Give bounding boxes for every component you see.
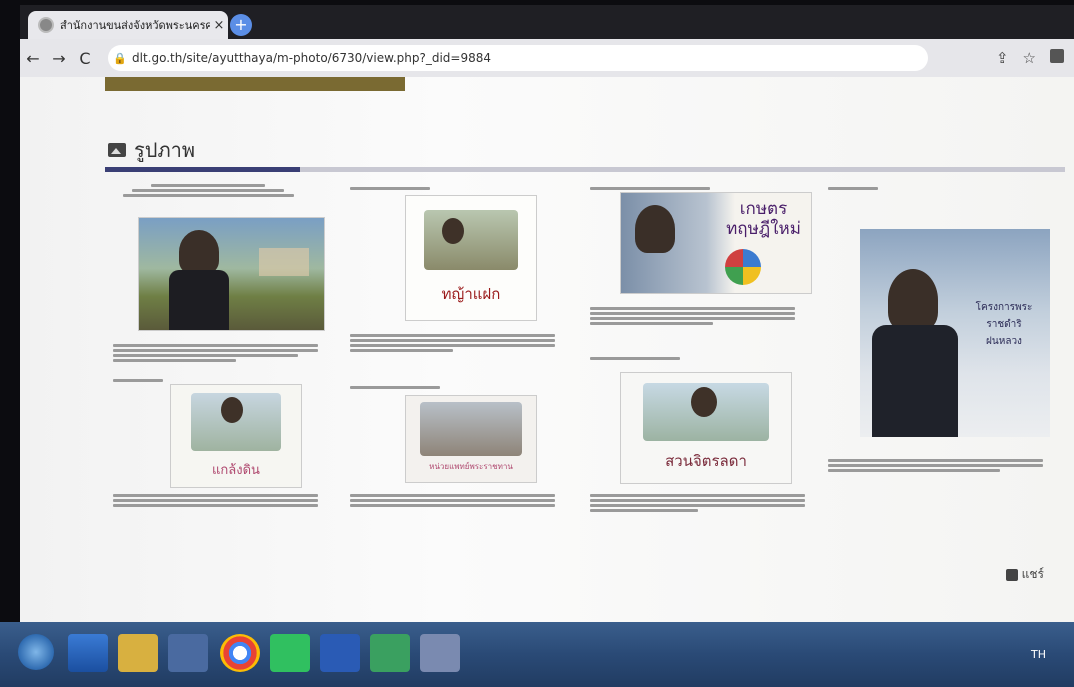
photo-card[interactable] [113, 182, 303, 199]
address-url: dlt.go.th/site/ayutthaya/m-photo/6730/vi… [132, 51, 492, 65]
poster-title: ทญ้าแฝก [441, 285, 501, 303]
browser-tab[interactable]: สำนักงานขนส่งจังหวัดพระนครศรีอยุ × [28, 11, 228, 39]
chrome-icon[interactable] [220, 634, 260, 672]
poster-chitralada[interactable]: สวนจิตรลดา [620, 372, 792, 484]
address-bar[interactable]: 🔒 dlt.go.th/site/ayutthaya/m-photo/6730/… [108, 45, 928, 71]
forward-button[interactable]: → [46, 49, 72, 68]
photo-card-text [590, 305, 795, 327]
photo-card-heading [113, 377, 163, 384]
reload-button[interactable]: C [72, 49, 98, 68]
back-button[interactable]: ← [20, 49, 46, 68]
poster-rainmaking[interactable]: โครงการพระราชดำริ ฝนหลวง [860, 229, 1050, 437]
section-header: รูปภาพ [108, 134, 195, 166]
tool-icon[interactable] [420, 634, 460, 672]
ie-icon[interactable] [68, 634, 108, 672]
photo-card-heading [350, 384, 440, 391]
poster-title: แกล้งดิน [212, 463, 260, 478]
tab-close-button[interactable]: × [210, 18, 228, 33]
page-content: รูปภาพ ทญ้าแฝก เกษตร ทฤษฎีใหม่ โครงการพร… [20, 77, 1074, 622]
photo-card-text [828, 457, 1043, 474]
photo-card-text [113, 492, 318, 509]
picture-icon [108, 143, 126, 157]
photo-card-heading [590, 355, 680, 362]
poster-title: เกษตร ทฤษฎีใหม่ [726, 199, 801, 239]
tab-title: สำนักงานขนส่งจังหวัดพระนครศรีอยุ [60, 19, 210, 32]
share-button[interactable]: แชร์ [1005, 565, 1044, 584]
photo-card-text [590, 492, 805, 514]
new-tab-button[interactable]: + [230, 14, 252, 36]
share-label: แชร์ [1021, 567, 1044, 581]
start-button[interactable] [18, 634, 54, 670]
share-page-icon[interactable]: ⇪ [996, 49, 1009, 67]
photo-card-heading [828, 185, 878, 192]
folder-icon[interactable] [118, 634, 158, 672]
media-player-icon[interactable] [168, 634, 208, 672]
toolbar-actions: ⇪ ☆ [996, 49, 1074, 67]
browser-toolbar: ← → C 🔒 dlt.go.th/site/ayutthaya/m-photo… [20, 39, 1074, 77]
screen: สำนักงานขนส่งจังหวัดพระนครศรีอยุ × + ← →… [0, 0, 1074, 687]
poster-medical-unit[interactable]: หน่วยแพทย์พระราชทาน [405, 395, 537, 483]
app-icon[interactable] [370, 634, 410, 672]
lock-icon: 🔒 [113, 51, 127, 65]
poster-title: หน่วยแพทย์พระราชทาน [429, 462, 513, 471]
site-favicon-icon [38, 17, 54, 33]
photo-card-heading [590, 185, 710, 192]
poster-montage[interactable] [138, 217, 325, 331]
poster-new-theory[interactable]: เกษตร ทฤษฎีใหม่ [620, 192, 812, 294]
photo-card-text [113, 342, 318, 364]
poster-title: โครงการพระราชดำริ ฝนหลวง [975, 302, 1033, 347]
section-title: รูปภาพ [134, 138, 196, 162]
poster-vetiver[interactable]: ทญ้าแฝก [405, 195, 537, 321]
bookmark-star-icon[interactable]: ☆ [1023, 49, 1036, 67]
photo-card-heading [350, 185, 430, 192]
poster-title: สวนจิตรลดา [665, 452, 747, 470]
share-icon [1005, 568, 1018, 581]
language-indicator[interactable]: TH [1031, 648, 1046, 661]
poster-soil[interactable]: แกล้งดิน [170, 384, 302, 488]
line-app-icon[interactable] [270, 634, 310, 672]
tab-bar: สำนักงานขนส่งจังหวัดพระนครศรีอยุ × + [20, 5, 1074, 39]
taskbar: TH [0, 622, 1074, 687]
word-icon[interactable] [320, 634, 360, 672]
extension-icon[interactable] [1050, 49, 1064, 63]
photo-card-text [350, 492, 555, 509]
section-divider [105, 167, 1065, 172]
photo-card-text [350, 332, 555, 354]
banner-image-remnant [105, 77, 405, 91]
